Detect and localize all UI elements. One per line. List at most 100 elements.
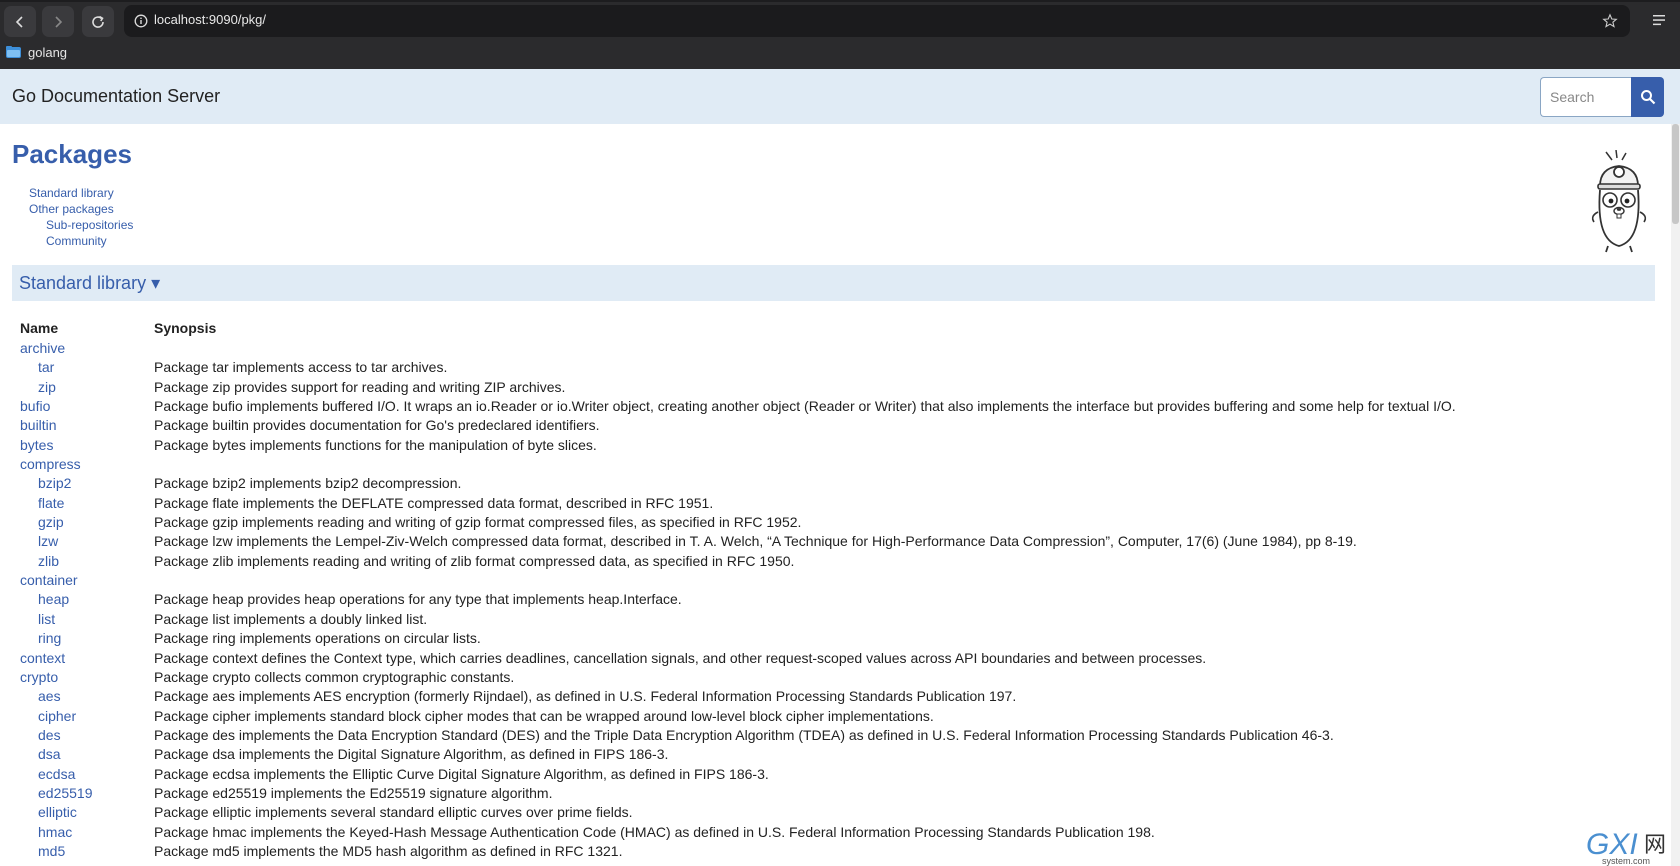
package-link-zlib[interactable]: zlib [38, 553, 59, 569]
package-link-bzip2[interactable]: bzip2 [38, 475, 71, 491]
package-link-archive[interactable]: archive [20, 340, 65, 356]
table-row: des Package des implements the Data Encry… [20, 726, 1456, 745]
bookmark-label: golang [28, 44, 68, 60]
package-link-ed25519[interactable]: ed25519 [38, 785, 93, 801]
search-button[interactable] [1631, 77, 1664, 117]
package-link-tar[interactable]: tar [38, 359, 54, 375]
scrollbar-thumb[interactable] [1672, 124, 1679, 224]
package-link-dsa[interactable]: dsa [38, 746, 61, 762]
package-synopsis: Package aes implements AES encryption (f… [154, 688, 1017, 705]
package-synopsis: Package bufio implements buffered I/O. I… [154, 398, 1456, 415]
package-link-cipher[interactable]: cipher [38, 708, 76, 724]
package-link-ecdsa[interactable]: ecdsa [38, 766, 75, 782]
watermark-logo: GXI 网 system.com [1586, 828, 1666, 866]
toc-link-sub-repositories[interactable]: Sub-repositories [29, 217, 133, 233]
package-name-cell: dsa [20, 745, 154, 764]
forward-button[interactable] [42, 6, 74, 37]
table-row: zlib Package zlib implements reading and … [20, 552, 1456, 571]
tab-strip [0, 0, 1680, 2]
package-link-builtin[interactable]: builtin [20, 417, 57, 433]
back-icon [15, 15, 23, 28]
package-name-cell: archive [20, 339, 154, 358]
package-name-cell: bytes [20, 436, 154, 455]
package-link-hmac[interactable]: hmac [38, 824, 72, 840]
search-input[interactable] [1540, 77, 1631, 117]
url-text[interactable]: localhost:9090/pkg/ [154, 12, 266, 27]
package-name-cell: ring [20, 629, 154, 648]
table-row: crypto Package crypto collects common cry… [20, 668, 1456, 687]
table-row: zip Package zip provides support for read… [20, 378, 1456, 397]
page-title: Packages [12, 139, 132, 169]
table-row: tar Package tar implements access to tar … [20, 358, 1456, 377]
star-icon[interactable] [1602, 13, 1618, 29]
package-link-des[interactable]: des [38, 727, 61, 743]
table-row: ed25519 Package ed25519 implements the Ed… [20, 784, 1456, 803]
toc-link-community[interactable]: Community [29, 233, 133, 249]
package-name-cell: zip [20, 378, 154, 397]
package-synopsis: Package ring implements operations on ci… [154, 630, 481, 647]
package-name-cell: crypto [20, 668, 154, 687]
package-link-aes[interactable]: aes [38, 688, 61, 704]
table-row: flate Package flate implements the DEFLAT… [20, 494, 1456, 513]
package-synopsis: Package ed25519 implements the Ed25519 s… [154, 784, 553, 801]
folder-icon [6, 46, 21, 58]
table-row: compress [20, 455, 1456, 474]
standard-library-section-header[interactable]: Standard library ▾ [12, 265, 1655, 301]
package-link-crypto[interactable]: crypto [20, 669, 58, 685]
bookmark-golang[interactable]: golang [6, 42, 67, 62]
package-name-cell: flate [20, 494, 154, 513]
package-name-cell: container [20, 571, 154, 590]
table-row: dsa Package dsa implements the Digital Si… [20, 745, 1456, 764]
package-link-compress[interactable]: compress [20, 456, 81, 472]
package-synopsis: Package builtin provides documentation f… [154, 417, 600, 434]
package-synopsis: Package hmac implements the Keyed-Hash M… [154, 823, 1155, 840]
package-link-list[interactable]: list [38, 611, 55, 627]
package-synopsis: Package heap provides heap operations fo… [154, 591, 682, 608]
package-link-flate[interactable]: flate [38, 495, 64, 511]
package-link-gzip[interactable]: gzip [38, 514, 64, 530]
package-synopsis: Package list implements a doubly linked … [154, 610, 428, 627]
package-name-cell: des [20, 726, 154, 745]
package-name-cell: zlib [20, 552, 154, 571]
package-name-cell: list [20, 610, 154, 629]
package-link-bufio[interactable]: bufio [20, 398, 50, 414]
package-name-cell: cipher [20, 707, 154, 726]
table-row: ring Package ring implements operations o… [20, 629, 1456, 648]
section-title[interactable]: Standard library ▾ [19, 273, 160, 294]
package-link-context[interactable]: context [20, 650, 65, 666]
package-link-zip[interactable]: zip [38, 379, 56, 395]
package-synopsis: Package bzip2 implements bzip2 decompres… [154, 475, 462, 492]
svg-text:网: 网 [1644, 833, 1666, 858]
toc-link-other-packages[interactable]: Other packages [29, 201, 133, 217]
package-link-elliptic[interactable]: elliptic [38, 804, 77, 820]
search-icon [1640, 90, 1655, 105]
package-synopsis: Package ecdsa implements the Elliptic Cu… [154, 765, 769, 782]
toc-link-standard-library[interactable]: Standard library [29, 185, 133, 201]
back-button[interactable] [4, 6, 36, 37]
package-link-heap[interactable]: heap [38, 591, 69, 607]
package-name-cell: compress [20, 455, 154, 474]
package-name-cell: heap [20, 590, 154, 609]
package-link-container[interactable]: container [20, 572, 78, 588]
reload-button[interactable] [82, 6, 114, 37]
package-name-cell: ecdsa [20, 765, 154, 784]
package-link-md5[interactable]: md5 [38, 843, 65, 859]
package-link-lzw[interactable]: lzw [38, 533, 58, 549]
table-row: ecdsa Package ecdsa implements the Ellipt… [20, 765, 1456, 784]
info-icon[interactable] [134, 14, 148, 28]
browser-chrome: localhost:9090/pkg/ golang [0, 0, 1680, 69]
address-bar[interactable]: localhost:9090/pkg/ [124, 5, 1630, 37]
package-link-ring[interactable]: ring [38, 630, 61, 646]
table-row: lzw Package lzw implements the Lempel-Ziv… [20, 532, 1456, 551]
svg-text:system.com: system.com [1602, 856, 1650, 866]
table-row: archive [20, 339, 1456, 358]
package-name-cell: context [20, 649, 154, 668]
menu-icon[interactable] [1652, 13, 1666, 27]
site-title[interactable]: Go Documentation Server [12, 86, 220, 107]
page-scrollbar[interactable] [1671, 124, 1680, 866]
package-synopsis: Package bytes implements functions for t… [154, 436, 597, 453]
table-row: bzip2 Package bzip2 implements bzip2 deco… [20, 474, 1456, 493]
package-name-cell: lzw [20, 532, 154, 551]
package-link-bytes[interactable]: bytes [20, 437, 53, 453]
package-synopsis: Package des implements the Data Encrypti… [154, 726, 1334, 743]
